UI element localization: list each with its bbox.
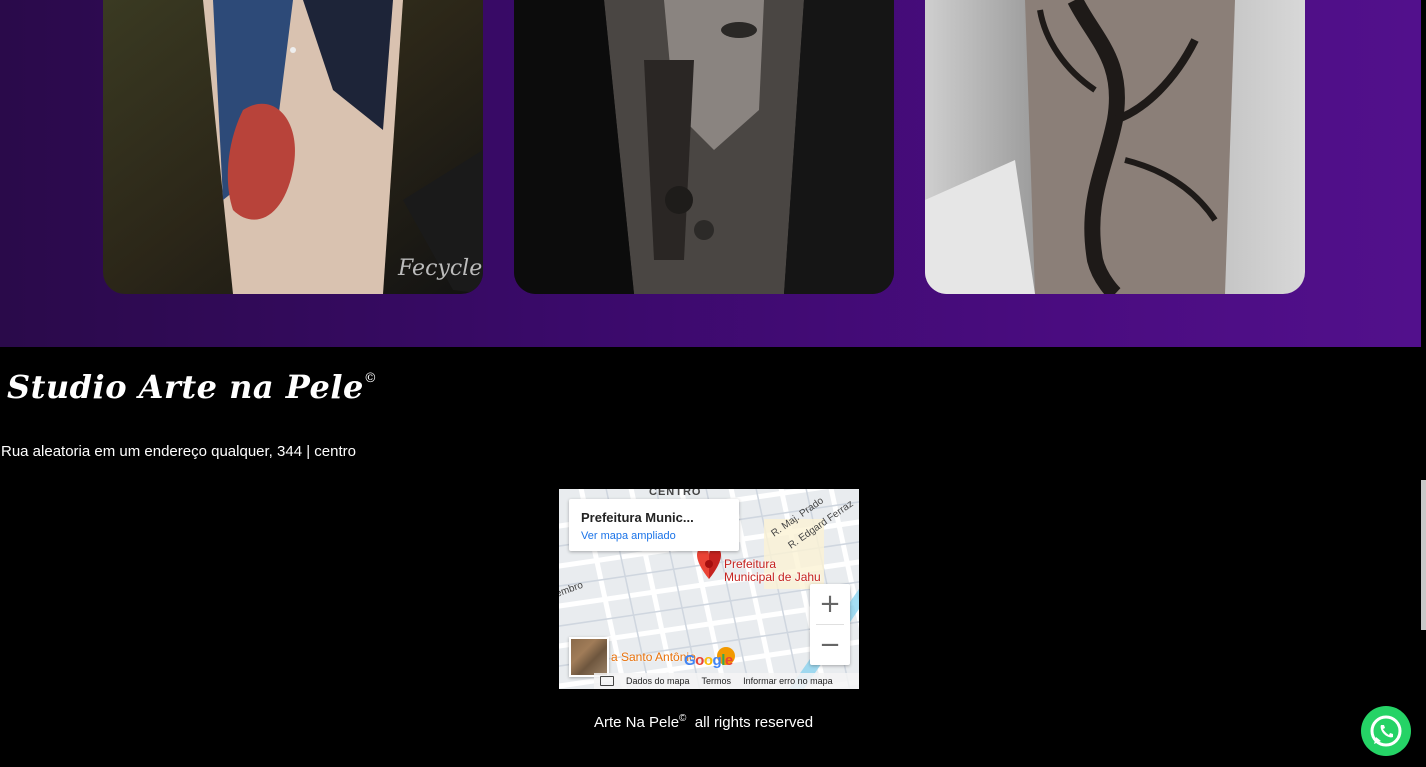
map-pin-label-line2: Municipal de Jahu	[724, 570, 821, 584]
map-pin-label[interactable]: Prefeitura Municipal de Jahu	[724, 558, 821, 584]
scrollbar-thumb[interactable]	[1421, 480, 1426, 630]
whatsapp-button[interactable]	[1361, 706, 1411, 756]
copyright-symbol: ©	[363, 371, 378, 386]
tattoo-photo-3[interactable]	[925, 0, 1305, 294]
page-scrollbar[interactable]	[1421, 0, 1426, 767]
copyright-text: all rights reserved	[694, 714, 814, 731]
tattoo-gallery: Fecycle	[0, 0, 1421, 347]
map-place-title: Prefeitura Munic...	[581, 510, 694, 525]
map-pin-label-line1: Prefeitura	[724, 557, 777, 571]
satellite-toggle-button[interactable]	[569, 637, 609, 677]
map-embed[interactable]: R. Maj. Prado R. Edgard Ferraz CENTRO em…	[559, 489, 859, 689]
keyboard-icon[interactable]	[600, 676, 614, 686]
svg-text:Fecycle: Fecycle	[397, 256, 482, 281]
map-attribution-bar: Dados do mapa Termos Informar erro no ma…	[594, 673, 859, 689]
studio-name-text: Studio Arte na Pele	[7, 368, 364, 406]
tattoo-image	[514, 0, 894, 294]
whatsapp-icon	[1370, 715, 1402, 747]
map-report-link[interactable]: Informar erro no mapa	[743, 676, 833, 686]
map-data-link[interactable]: Dados do mapa	[626, 676, 690, 686]
google-logo: Google	[684, 652, 733, 669]
zoom-in-button[interactable]: +	[810, 584, 850, 624]
map-enlarge-link[interactable]: Ver mapa ampliado	[581, 530, 676, 542]
tattoo-photo-2[interactable]	[514, 0, 894, 294]
tattoo-image: Fecycle	[103, 0, 483, 294]
studio-address: Rua aleatoria em um endereço qualquer, 3…	[1, 443, 356, 460]
map-zoom-controls: + −	[810, 584, 850, 665]
svg-text:CENTRO: CENTRO	[649, 489, 701, 498]
footer-copyright: Arte Na Pele© all rights reserved	[594, 713, 813, 731]
zoom-out-button[interactable]: −	[810, 625, 850, 665]
copyright-brand: Arte Na Pele	[594, 714, 680, 731]
map-terms-link[interactable]: Termos	[702, 676, 732, 686]
copyright-symbol: ©	[679, 713, 687, 724]
tattoo-image	[925, 0, 1305, 294]
studio-name: Studio Arte na Pele©	[7, 368, 377, 406]
tattoo-photo-1[interactable]: Fecycle	[103, 0, 483, 294]
map-info-card: Prefeitura Munic... Ver mapa ampliado	[569, 499, 739, 551]
